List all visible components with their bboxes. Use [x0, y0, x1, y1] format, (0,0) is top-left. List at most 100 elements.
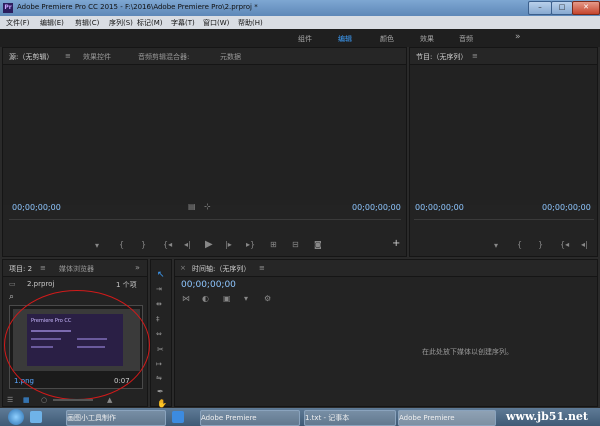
taskbar-item-premiere[interactable]: Adobe Premiere	[398, 410, 496, 426]
program-panel-tabs: 节目:（无序列） ≡	[410, 48, 597, 65]
program-add-marker-icon[interactable]: ▾	[494, 241, 498, 250]
source-monitor-viewer[interactable]	[3, 65, 406, 205]
menu-edit[interactable]: 编辑(E)	[40, 18, 64, 28]
menu-help[interactable]: 帮助(H)	[238, 18, 263, 28]
zoom-slider-icon[interactable]: ○	[41, 396, 47, 404]
step-forward-icon[interactable]: |▸	[225, 240, 232, 249]
step-back-icon[interactable]: ◂|	[184, 240, 191, 249]
timeline-menu-icon[interactable]: ≡	[259, 264, 265, 272]
pen-tool-icon[interactable]: ✒	[157, 387, 164, 396]
workspace-effects[interactable]: 效果	[420, 34, 434, 44]
menu-window[interactable]: 窗口(W)	[203, 18, 229, 28]
project-panel: 项目: 2 ≡ 媒体浏览器 » ▭ 2.prproj 1 个项 ⌕ Premie…	[2, 259, 150, 407]
ie-icon[interactable]	[30, 411, 42, 423]
workspace-audio[interactable]: 音频	[459, 34, 473, 44]
ripple-edit-tool-icon[interactable]: ⇹	[156, 300, 162, 308]
mark-in-icon[interactable]: {	[119, 240, 124, 249]
program-go-to-in-icon[interactable]: {◂	[560, 240, 569, 249]
taskbar-item-paint[interactable]: 画图小工具制作	[66, 410, 166, 426]
workspace-assembly[interactable]: 组件	[298, 34, 312, 44]
tab-media-browser[interactable]: 媒体浏览器	[59, 264, 94, 274]
search-icon[interactable]: ⌕	[9, 292, 14, 302]
new-item-icon[interactable]: ▲	[107, 396, 112, 404]
menu-file[interactable]: 文件(F)	[6, 18, 30, 28]
go-to-in-icon[interactable]: {◂	[163, 240, 172, 249]
project-file-name: 2.prproj	[27, 280, 55, 288]
rolling-edit-tool-icon[interactable]: ‡	[156, 315, 160, 323]
program-mark-out-icon[interactable]: }	[538, 240, 543, 249]
program-time-ruler[interactable]	[414, 219, 594, 220]
minimize-button[interactable]: –	[528, 1, 552, 15]
program-mark-in-icon[interactable]: {	[517, 240, 522, 249]
tools-panel: ↖ ⇥ ⇹ ‡ ⇔ ✂ ↦ ⇋ ✒ ✋	[150, 259, 172, 408]
close-panel-icon[interactable]: ×	[180, 264, 186, 272]
slide-tool-icon[interactable]: ⇋	[156, 374, 162, 382]
app-icon[interactable]	[172, 411, 184, 423]
tab-project[interactable]: 项目: 2	[9, 264, 32, 274]
overwrite-icon[interactable]: ⊟	[292, 240, 299, 249]
tab-timeline[interactable]: 时间轴:（无序列）	[192, 264, 250, 274]
tab-audio-clip-mixer[interactable]: 音频剪辑混合器:	[138, 52, 189, 62]
go-to-out-icon[interactable]: ▸}	[246, 240, 255, 249]
track-select-tool-icon[interactable]: ⇥	[156, 285, 162, 293]
workspace-color[interactable]: 颜色	[380, 34, 394, 44]
insert-icon[interactable]: ⊞	[270, 240, 277, 249]
close-window-button[interactable]: ✕	[572, 1, 600, 15]
premiere-app-icon: Pr	[3, 3, 13, 13]
program-timecode-duration: 00;00;00;00	[542, 203, 591, 212]
rate-stretch-tool-icon[interactable]: ⇔	[156, 330, 162, 338]
slip-tool-icon[interactable]: ↦	[156, 360, 162, 368]
tab-source[interactable]: 源:（无剪辑）	[9, 52, 53, 62]
project-panel-menu-icon[interactable]: ≡	[40, 264, 46, 272]
menu-bar: 文件(F) 编辑(E) 剪辑(C) 序列(S) 标记(M) 字幕(T) 窗口(W…	[0, 16, 600, 29]
mark-out-icon[interactable]: }	[141, 240, 146, 249]
nest-icon[interactable]: ▣	[223, 294, 231, 303]
hand-tool-icon[interactable]: ✋	[157, 399, 167, 408]
tab-program[interactable]: 节目:（无序列）	[416, 52, 467, 62]
folder-icon: ▭	[9, 280, 16, 288]
program-panel-menu-icon[interactable]: ≡	[472, 52, 478, 60]
timeline-empty-message: 在此处放下媒体以创建序列。	[422, 348, 513, 356]
zoom-slider[interactable]	[53, 399, 93, 401]
program-step-back-icon[interactable]: ◂|	[581, 240, 588, 249]
tab-metadata[interactable]: 元数据	[220, 52, 241, 62]
timeline-marker-icon[interactable]: ▾	[244, 294, 248, 303]
program-monitor-panel: 节目:（无序列） ≡ 00;00;00;00 00;00;00;00 ▾ { }…	[409, 47, 598, 257]
razor-tool-icon[interactable]: ✂	[157, 345, 164, 354]
snap-icon[interactable]: ⋈	[182, 294, 190, 303]
taskbar-item-premiere-folder[interactable]: Adobe Premiere	[200, 410, 300, 426]
project-tabs-more-button[interactable]: »	[135, 263, 140, 272]
source-panel-menu-icon[interactable]: ≡	[65, 52, 71, 60]
linked-selection-icon[interactable]: ◐	[202, 294, 209, 303]
button-editor-add-icon[interactable]: +	[392, 238, 400, 249]
source-panel-tabs: 源:（无剪辑） ≡ 效果控件 音频剪辑混合器: 元数据	[3, 48, 406, 65]
workspace-more-button[interactable]: »	[515, 32, 521, 42]
export-frame-icon[interactable]: ◙	[314, 240, 322, 249]
project-item-count: 1 个项	[116, 281, 137, 289]
menu-clip[interactable]: 剪辑(C)	[75, 18, 99, 28]
audio-waveform-icon[interactable]: ⊹	[204, 202, 211, 211]
list-view-icon[interactable]: ☰	[7, 396, 13, 404]
menu-title[interactable]: 字幕(T)	[171, 18, 195, 28]
taskbar: 画图小工具制作 Adobe Premiere 1.txt - 记事本 Adobe…	[0, 408, 600, 426]
wrench-icon[interactable]: ⚙	[264, 294, 271, 303]
workspace-editing[interactable]: 编辑	[338, 34, 352, 44]
program-timecode-playhead[interactable]: 00;00;00;00	[415, 203, 464, 212]
window-title: Adobe Premiere Pro CC 2015 - F:\2016\Ado…	[17, 3, 258, 11]
timeline-timecode[interactable]: 00;00;00;00	[181, 280, 236, 290]
menu-sequence[interactable]: 序列(S)	[109, 18, 133, 28]
tab-effect-controls[interactable]: 效果控件	[83, 52, 111, 62]
maximize-button[interactable]: □	[551, 1, 573, 15]
source-time-ruler[interactable]	[9, 219, 401, 220]
icon-view-icon[interactable]: ▦	[23, 396, 30, 404]
play-icon[interactable]: ▶	[205, 239, 213, 250]
add-marker-icon[interactable]: ▾	[95, 241, 99, 250]
menu-marker[interactable]: 标记(M)	[137, 18, 163, 28]
fit-frame-icon[interactable]: ▤	[188, 202, 196, 211]
timeline-panel: × 时间轴:（无序列） ≡ 00;00;00;00 ⋈ ◐ ▣ ▾ ⚙ 在此处放…	[174, 259, 598, 407]
source-timecode-in[interactable]: 00;00;00;00	[12, 203, 61, 212]
selection-tool-icon[interactable]: ↖	[157, 270, 165, 280]
program-monitor-viewer[interactable]	[410, 65, 597, 205]
taskbar-item-notepad[interactable]: 1.txt - 记事本	[304, 410, 396, 426]
start-button[interactable]	[8, 409, 24, 425]
